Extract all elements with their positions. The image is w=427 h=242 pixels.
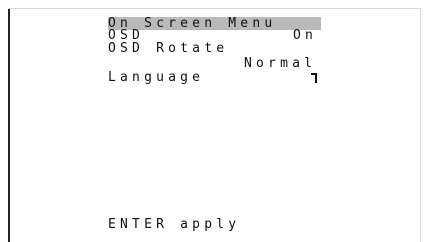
- language-label[interactable]: Language: [108, 71, 204, 84]
- screen-frame-right-border: [420, 8, 421, 242]
- osd-rotate-value: Normal: [244, 56, 317, 71]
- screen-frame-left-border: [8, 8, 10, 242]
- osd-rotate-label[interactable]: OSD Rotate: [108, 42, 228, 55]
- corner-bracket-icon: [310, 72, 318, 83]
- osd-setting-value: On: [293, 28, 318, 43]
- screen-frame-top-border: [8, 8, 421, 9]
- apply-hint: ENTER apply: [108, 217, 241, 232]
